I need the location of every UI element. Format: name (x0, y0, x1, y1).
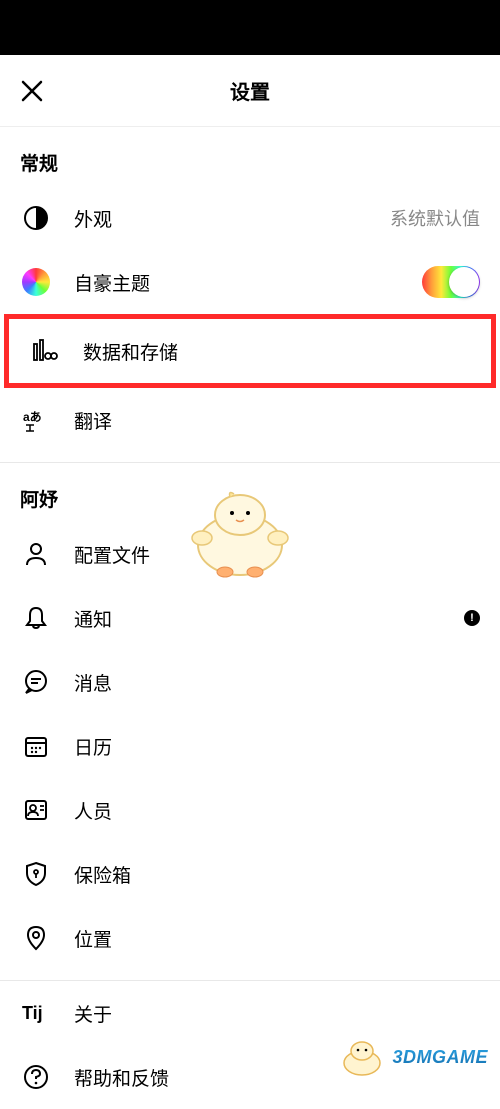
message-icon (20, 666, 52, 698)
appearance-icon (20, 202, 52, 234)
row-calendar[interactable]: 日历 (0, 714, 500, 778)
pride-icon (20, 266, 52, 298)
svg-text:Tij: Tij (22, 1003, 43, 1023)
translate-icon: aあ (20, 404, 52, 436)
toggle-knob (449, 267, 479, 297)
row-label: 数据和存储 (83, 338, 471, 365)
section-title-general: 常规 (0, 127, 500, 186)
row-location[interactable]: 位置 (0, 906, 500, 970)
row-about[interactable]: Tij 关于 (0, 981, 500, 1045)
row-pride-theme[interactable]: 自豪主题 (0, 250, 500, 314)
highlight-annotation: 数据和存储 (4, 314, 496, 388)
watermark: 3DMGAME (338, 1037, 488, 1077)
section-account: 阿妤 配置文件 通知 ! 消息 日历 人员 保险箱 (0, 463, 500, 970)
row-data-storage[interactable]: 数据和存储 (9, 319, 491, 383)
svg-text:aあ: aあ (23, 410, 42, 424)
row-label: 位置 (74, 925, 480, 952)
row-messages[interactable]: 消息 (0, 650, 500, 714)
page-title: 设置 (230, 76, 270, 105)
watermark-text: 3DMGAME (392, 1047, 488, 1068)
row-vault[interactable]: 保险箱 (0, 842, 500, 906)
pride-toggle[interactable] (422, 266, 480, 298)
row-label: 消息 (74, 669, 480, 696)
section-general: 常规 外观 系统默认值 自豪主题 数据和存储 aあ 翻译 (0, 127, 500, 452)
people-icon (20, 794, 52, 826)
help-icon (20, 1061, 52, 1093)
row-label: 外观 (74, 205, 390, 232)
row-people[interactable]: 人员 (0, 778, 500, 842)
row-appearance[interactable]: 外观 系统默认值 (0, 186, 500, 250)
profile-icon (20, 538, 52, 570)
row-translate[interactable]: aあ 翻译 (0, 388, 500, 452)
header: 设置 (0, 55, 500, 127)
teams-icon: Tij (20, 997, 52, 1029)
row-profile[interactable]: 配置文件 (0, 522, 500, 586)
row-label: 通知 (74, 605, 464, 632)
location-icon (20, 922, 52, 954)
alert-badge-icon: ! (464, 610, 480, 626)
watermark-mascot-icon (338, 1037, 386, 1077)
row-label: 人员 (74, 797, 480, 824)
data-storage-icon (29, 335, 61, 367)
bell-icon (20, 602, 52, 634)
close-icon (21, 80, 43, 102)
close-button[interactable] (20, 79, 44, 103)
row-label: 关于 (74, 1000, 480, 1027)
shield-icon (20, 858, 52, 890)
row-label: 日历 (74, 733, 480, 760)
row-notifications[interactable]: 通知 ! (0, 586, 500, 650)
row-label: 自豪主题 (74, 269, 422, 296)
section-title-account: 阿妤 (0, 463, 500, 522)
row-label: 配置文件 (74, 541, 480, 568)
row-label: 翻译 (74, 407, 480, 434)
calendar-icon (20, 730, 52, 762)
row-label: 保险箱 (74, 861, 480, 888)
row-value: 系统默认值 (390, 205, 480, 231)
status-bar-area (0, 0, 500, 55)
